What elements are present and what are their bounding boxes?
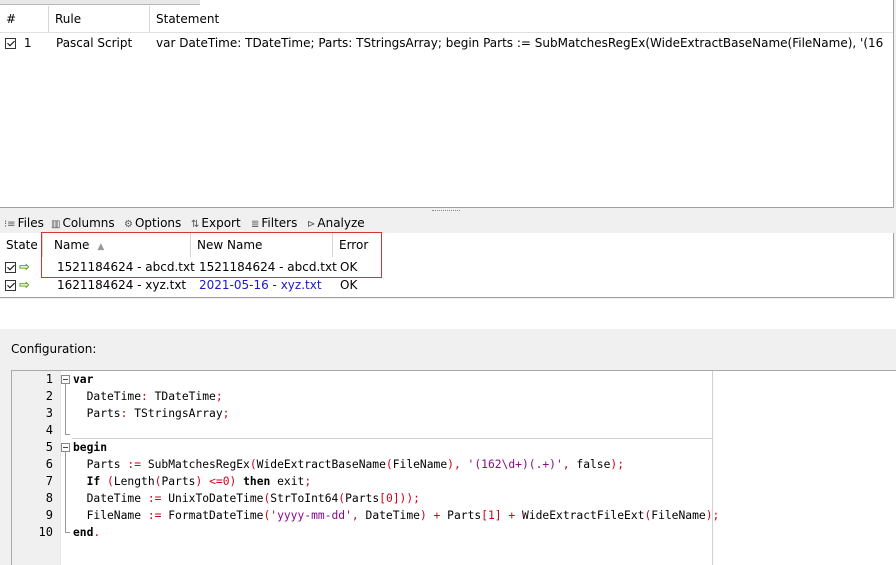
tab-filters[interactable]: ≣ Filters xyxy=(251,214,297,234)
tab-files[interactable]: ⁝≡ Files xyxy=(4,214,44,234)
filters-icon: ≣ xyxy=(251,219,260,230)
tab-export-label: Export xyxy=(201,216,241,230)
line-number-gutter: 1 2 3 4 5 6 7 8 9 10 xyxy=(12,371,60,565)
files-header-new-name[interactable]: New Name xyxy=(191,233,333,257)
file-row-2-error: OK xyxy=(340,278,358,292)
rules-header-num-label: # xyxy=(6,12,17,26)
rules-panel: # Rule Statement 1 Pascal Script var Dat… xyxy=(0,0,894,208)
files-toolbar: ⁝≡ Files ▥ Columns ⚙ Options ⇅ Export ≣ Filte… xyxy=(0,214,893,232)
code-line-9: FileName := FormatDateTime('yyyy-mm-dd',… xyxy=(73,509,720,522)
tab-options-label: Options xyxy=(134,216,182,230)
blank-area xyxy=(0,299,896,329)
line-number: 7 xyxy=(45,474,53,488)
script-editor[interactable]: 1 2 3 4 5 6 7 8 9 10 var DateTime: TDate… xyxy=(11,370,896,565)
tab-export[interactable]: ⇅ Export xyxy=(191,214,241,234)
tab-columns[interactable]: ▥ Columns xyxy=(51,214,115,234)
arrow-right-icon: ⇨ xyxy=(19,277,30,293)
files-header-name-label: Name xyxy=(54,238,90,252)
rule-row-1-statement[interactable]: var DateTime: TDateTime; Parts: TStrings… xyxy=(156,33,884,53)
block-separator xyxy=(72,438,712,439)
code-line-8: DateTime := UnixToDateTime(StrToInt64(Pa… xyxy=(73,492,420,505)
code-line-6: Parts := SubMatchesRegEx(WideExtractBase… xyxy=(73,458,625,471)
file-row-1-new-name[interactable]: 1521184624 - abcd.txt xyxy=(199,258,337,276)
fold-guide xyxy=(65,452,66,532)
options-icon: ⚙ xyxy=(124,219,133,230)
rules-header-statement[interactable]: Statement xyxy=(150,6,893,32)
file-row-2-state[interactable]: ⇨ xyxy=(5,276,30,294)
file-row-2-checkbox[interactable] xyxy=(5,280,16,291)
file-row-1-checkbox[interactable] xyxy=(5,262,16,273)
rules-top-strip xyxy=(0,0,200,5)
code-line-10: end. xyxy=(73,526,101,539)
files-panel: State Name ▲ New Name Error ⇨ 1521184624 … xyxy=(0,233,894,298)
rule-row-1-num: 1 xyxy=(23,36,32,50)
rule-row-1-num-cell[interactable]: 1 xyxy=(5,33,45,53)
code-line-5: begin xyxy=(73,441,108,454)
tab-columns-label: Columns xyxy=(62,216,115,230)
code-line-2: DateTime: TDateTime; xyxy=(73,390,223,403)
code-line-7: If (Length(Parts) <=0) then exit; xyxy=(86,475,312,488)
file-row-2-new-name[interactable]: 2021-05-16 - xyz.txt xyxy=(199,276,322,294)
fold-collapse-icon[interactable] xyxy=(61,443,70,452)
code-line-3: Parts: TStringsArray; xyxy=(73,407,230,420)
arrow-right-icon: ⇨ xyxy=(19,259,30,275)
files-header-error[interactable]: Error xyxy=(333,233,893,257)
tab-analyze[interactable]: ⊳ Analyze xyxy=(307,214,365,234)
tab-filters-label: Filters xyxy=(261,216,298,230)
line-number: 5 xyxy=(45,440,53,454)
tab-options[interactable]: ⚙ Options xyxy=(124,214,181,234)
fold-margin xyxy=(60,371,72,565)
file-row-1-name[interactable]: 1521184624 - abcd.txt xyxy=(57,258,195,276)
line-number: 1 xyxy=(45,372,53,386)
files-header-state-label: State xyxy=(6,238,38,252)
code-line-1: var xyxy=(73,373,94,386)
line-number: 8 xyxy=(45,491,53,505)
columns-icon: ▥ xyxy=(51,219,61,230)
fold-guide xyxy=(65,384,66,434)
line-number: 10 xyxy=(38,525,53,539)
tab-files-label: Files xyxy=(17,216,44,230)
rule-row-1-checkbox[interactable] xyxy=(5,38,16,49)
file-row-1-state[interactable]: ⇨ xyxy=(5,258,30,276)
file-row-1-error: OK xyxy=(340,260,358,274)
line-number: 6 xyxy=(45,457,53,471)
configuration-label: Configuration: xyxy=(11,342,97,356)
line-number: 9 xyxy=(45,508,53,522)
export-icon: ⇅ xyxy=(191,219,200,230)
files-header-new-name-label: New Name xyxy=(197,238,263,252)
rules-header-rule-label: Rule xyxy=(55,12,82,26)
files-header-error-label: Error xyxy=(339,238,369,252)
files-header-state[interactable]: State xyxy=(0,233,43,257)
line-number: 3 xyxy=(45,406,53,420)
line-number: 2 xyxy=(45,389,53,403)
rules-header-rule[interactable]: Rule xyxy=(49,6,150,32)
rules-header-statement-label: Statement xyxy=(156,12,220,26)
tab-analyze-label: Analyze xyxy=(317,216,365,230)
sort-ascending-icon: ▲ xyxy=(97,242,105,252)
analyze-icon: ⊳ xyxy=(307,219,316,230)
fold-collapse-icon[interactable] xyxy=(61,375,70,384)
files-header-name[interactable]: Name ▲ xyxy=(48,233,191,257)
line-number: 4 xyxy=(45,423,53,437)
fold-guide-end xyxy=(65,532,70,533)
rule-row-1-rule[interactable]: Pascal Script xyxy=(56,33,150,53)
right-margin-line xyxy=(712,371,713,565)
rules-header-num[interactable]: # xyxy=(0,6,49,32)
files-icon: ⁝≡ xyxy=(4,219,16,230)
fold-guide-end xyxy=(65,434,70,435)
file-row-2-name[interactable]: 1621184624 - xyz.txt xyxy=(57,276,186,294)
